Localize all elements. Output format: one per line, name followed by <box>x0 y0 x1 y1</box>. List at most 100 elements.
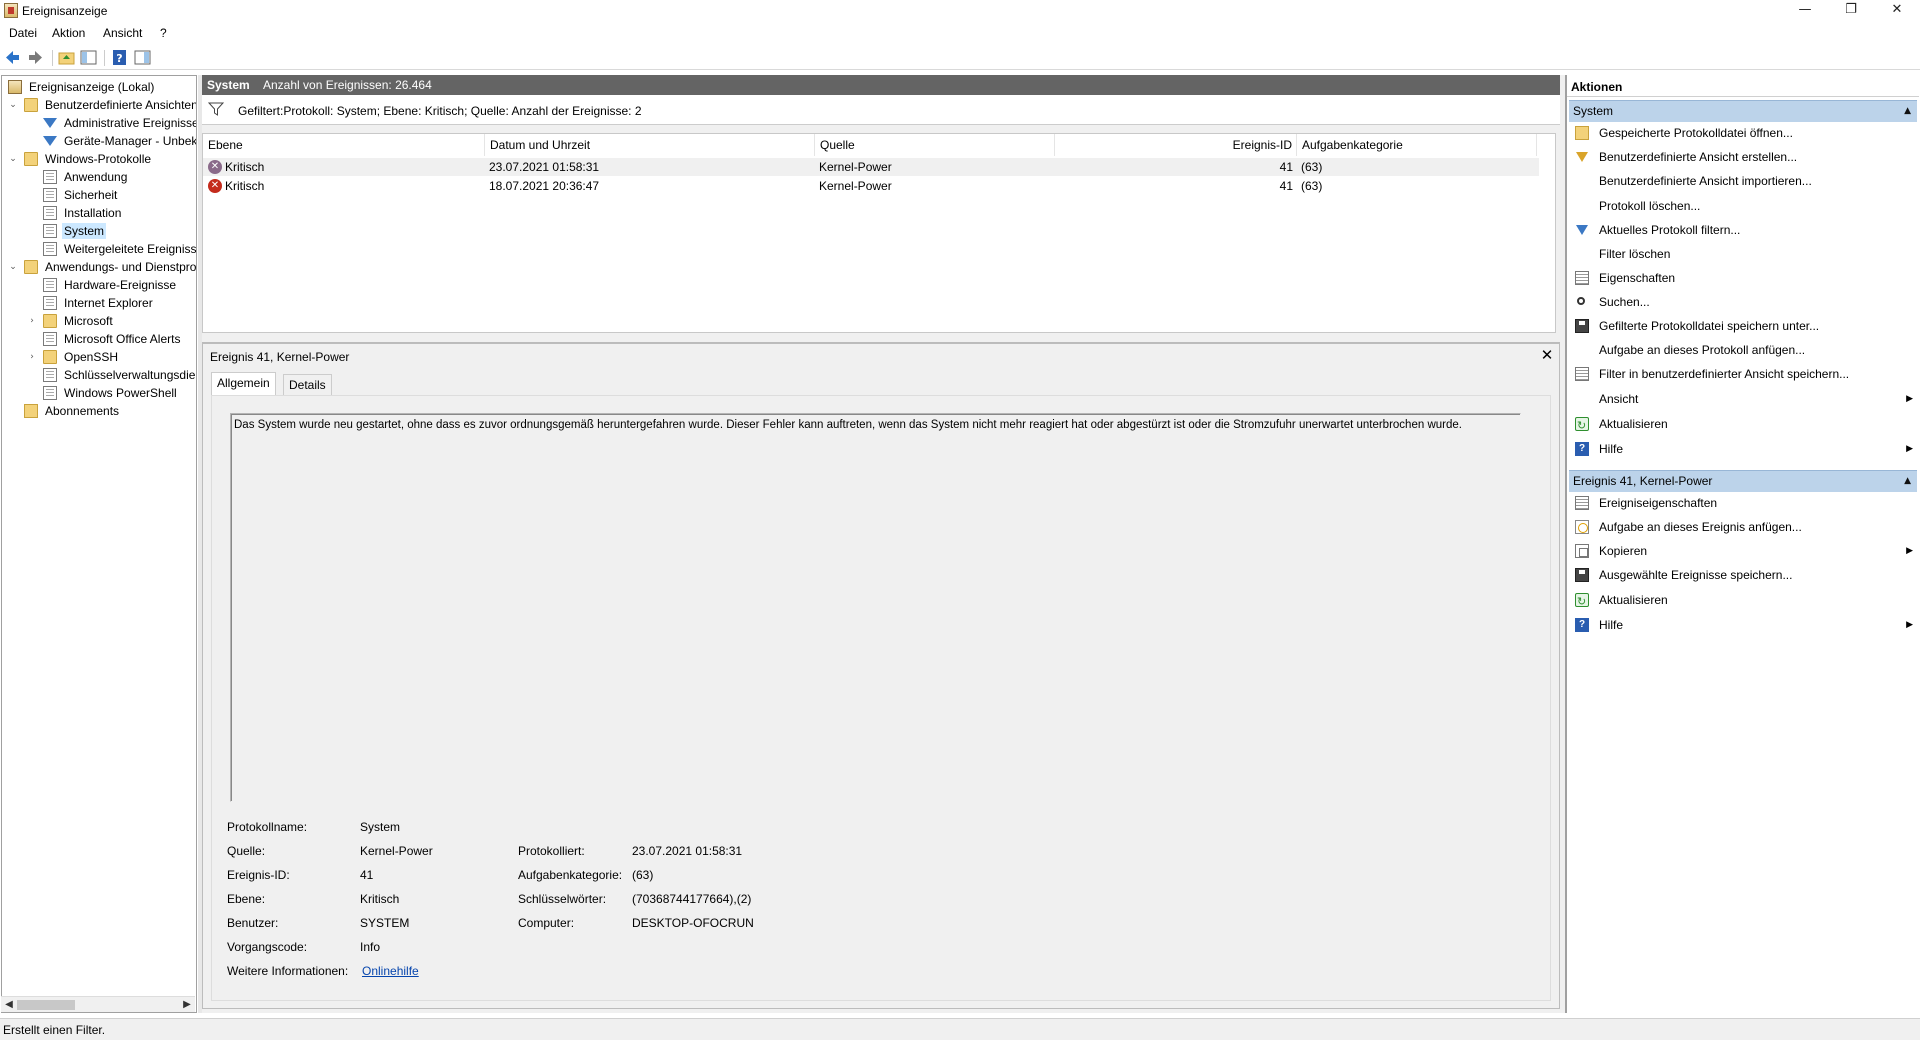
help-icon[interactable]: ? <box>111 49 128 66</box>
tree-item-label: Abonnements <box>45 404 120 418</box>
log-icon <box>43 188 57 202</box>
collapse-icon[interactable]: ▲ <box>1904 101 1911 121</box>
restore-button[interactable]: ❐ <box>1828 0 1874 22</box>
tree-item-label: Schlüsselverwaltungsdienst <box>64 368 197 382</box>
action-copy[interactable]: Kopieren ▶ <box>1569 541 1917 561</box>
action-properties[interactable]: Eigenschaften <box>1569 268 1917 288</box>
show-hide-actions-icon[interactable] <box>134 49 151 66</box>
menu-aktion[interactable]: Aktion <box>52 26 85 40</box>
close-detail-icon[interactable]: ✕ <box>1538 346 1556 364</box>
field-label-computer: Computer: <box>518 916 575 930</box>
filter-icon <box>43 136 57 146</box>
action-label: Kopieren <box>1599 544 1648 558</box>
action-find[interactable]: Suchen... <box>1569 292 1917 312</box>
column-header-datum[interactable]: Datum und Uhrzeit <box>485 134 815 156</box>
action-attach-task-to-event[interactable]: Aufgabe an dieses Ereignis anfügen... <box>1569 517 1917 537</box>
action-label: Ansicht <box>1599 392 1639 406</box>
tab-details[interactable]: Details <box>283 374 332 395</box>
tree-item-label: Weitergeleitete Ereignisse <box>64 242 197 256</box>
column-header-ebene[interactable]: Ebene <box>203 134 485 156</box>
action-refresh[interactable]: Aktualisieren <box>1569 414 1917 436</box>
action-save-filtered-log[interactable]: Gefilterte Protokolldatei speichern unte… <box>1569 316 1917 336</box>
tree-item-label: Hardware-Ereignisse <box>64 278 177 292</box>
help-icon: ? <box>1575 618 1589 632</box>
detail-title: Ereignis 41, Kernel-Power <box>210 350 350 364</box>
action-create-custom-view[interactable]: Benutzerdefinierte Ansicht erstellen... <box>1569 147 1917 167</box>
minimize-button[interactable]: — <box>1782 0 1828 22</box>
critical-error-icon: ✕ <box>208 160 222 174</box>
actions-section-event[interactable]: Ereignis 41, Kernel-Power ▲ <box>1569 470 1917 492</box>
action-view[interactable]: Ansicht ▶ <box>1569 389 1917 409</box>
tab-content-general: Das System wurde neu gestartet, ohne das… <box>211 395 1551 1001</box>
collapse-icon[interactable]: ▲ <box>1904 471 1911 491</box>
folder-icon <box>24 98 38 112</box>
column-header-aufgabenkategorie[interactable]: Aufgabenkategorie <box>1297 134 1537 156</box>
collapse-arrow-icon[interactable]: ⌄ <box>8 154 18 164</box>
toolbar: ? <box>0 46 1920 70</box>
refresh-icon <box>1575 592 1589 612</box>
tree-item-label: Anwendungs- und Dienstprotokolle <box>45 260 197 274</box>
field-value-computer: DESKTOP-OFOCRUN <box>632 916 754 930</box>
collapse-arrow-icon[interactable]: ⌄ <box>8 262 18 272</box>
action-save-filter-to-view[interactable]: Filter in benutzerdefinierter Ansicht sp… <box>1569 364 1917 384</box>
action-filter-log[interactable]: Aktuelles Protokoll filtern... <box>1569 220 1917 240</box>
expand-arrow-icon[interactable]: › <box>27 352 37 362</box>
log-icon <box>43 386 57 400</box>
action-help[interactable]: ? Hilfe ▶ <box>1569 439 1917 459</box>
action-attach-task-to-log[interactable]: Aufgabe an dieses Protokoll anfügen... <box>1569 340 1917 360</box>
save-icon <box>1575 319 1589 333</box>
action-event-properties[interactable]: Ereigniseigenschaften <box>1569 493 1917 513</box>
back-icon[interactable] <box>4 49 21 66</box>
onlinehilfe-link[interactable]: Onlinehilfe <box>362 964 419 978</box>
title-bar: Ereignisanzeige — ❐ ✕ <box>0 0 1920 22</box>
field-value-protokollname: System <box>360 820 401 834</box>
toolbar-separator <box>104 50 105 66</box>
submenu-arrow-icon: ▶ <box>1906 444 1913 454</box>
show-hide-tree-icon[interactable] <box>80 49 97 66</box>
tree-item-label: Geräte-Manager - Unbekannt <box>64 134 197 148</box>
action-save-selected-events[interactable]: Ausgewählte Ereignisse speichern... <box>1569 565 1917 585</box>
action-clear-log[interactable]: Protokoll löschen... <box>1569 196 1917 216</box>
forward-icon[interactable] <box>27 49 44 66</box>
cell-event-id: 41 <box>1279 179 1293 193</box>
scrollbar-thumb[interactable] <box>17 1000 75 1010</box>
scroll-left-icon[interactable]: ◀ <box>1 997 17 1013</box>
menu-datei[interactable]: Datei <box>9 26 37 40</box>
action-refresh-event[interactable]: Aktualisieren <box>1569 590 1917 612</box>
cell-datetime: 23.07.2021 01:58:31 <box>489 160 600 174</box>
field-label-aufgabenkategorie: Aufgabenkategorie: <box>518 868 623 882</box>
menu-bar: Datei Aktion Ansicht ? <box>0 24 1920 44</box>
tree-item-label: Windows PowerShell <box>64 386 177 400</box>
event-viewer-icon <box>8 80 22 94</box>
up-folder-icon[interactable] <box>58 49 75 66</box>
action-label: Aktualisieren <box>1599 417 1668 431</box>
expand-arrow-icon[interactable]: › <box>27 316 37 326</box>
submenu-arrow-icon: ▶ <box>1906 546 1913 556</box>
action-open-saved-log[interactable]: Gespeicherte Protokolldatei öffnen... <box>1569 123 1917 143</box>
column-header-quelle[interactable]: Quelle <box>815 134 1055 156</box>
column-header-ereignis-id[interactable]: Ereignis-ID <box>1055 134 1297 156</box>
scroll-right-icon[interactable]: ▶ <box>179 997 195 1013</box>
tree-item-label: Ereignisanzeige (Lokal) <box>29 80 155 94</box>
menu-ansicht[interactable]: Ansicht <box>103 26 142 40</box>
collapse-arrow-icon[interactable]: ⌄ <box>8 100 18 110</box>
field-value-aufgabenkategorie: (63) <box>632 868 654 882</box>
tab-allgemein[interactable]: Allgemein <box>211 372 276 395</box>
field-label-weitere-informationen: Weitere Informationen: <box>227 964 349 978</box>
event-description-box[interactable]: Das System wurde neu gestartet, ohne das… <box>230 413 1521 802</box>
field-value-vorgangscode: Info <box>360 940 381 954</box>
actions-pane: Aktionen System ▲ Gespeicherte Protokoll… <box>1566 75 1919 1013</box>
close-button[interactable]: ✕ <box>1874 0 1920 22</box>
tree-horizontal-scrollbar[interactable]: ◀ ▶ <box>1 996 195 1012</box>
table-row[interactable]: ✕ Kritisch 23.07.2021 01:58:31 Kernel-Po… <box>203 158 1539 176</box>
menu-help[interactable]: ? <box>160 26 167 40</box>
save-filter-icon <box>1575 367 1589 381</box>
submenu-arrow-icon: ▶ <box>1906 394 1913 404</box>
actions-section-system[interactable]: System ▲ <box>1569 100 1917 122</box>
filter-description: Gefiltert:Protokoll: System; Ebene: Krit… <box>238 104 642 118</box>
action-help-event[interactable]: ? Hilfe ▶ <box>1569 615 1917 635</box>
table-row[interactable]: ✕ Kritisch 18.07.2021 20:36:47 Kernel-Po… <box>203 177 1539 195</box>
action-import-custom-view[interactable]: Benutzerdefinierte Ansicht importieren..… <box>1569 171 1917 191</box>
action-clear-filter[interactable]: Filter löschen <box>1569 244 1917 264</box>
log-icon <box>43 296 57 310</box>
